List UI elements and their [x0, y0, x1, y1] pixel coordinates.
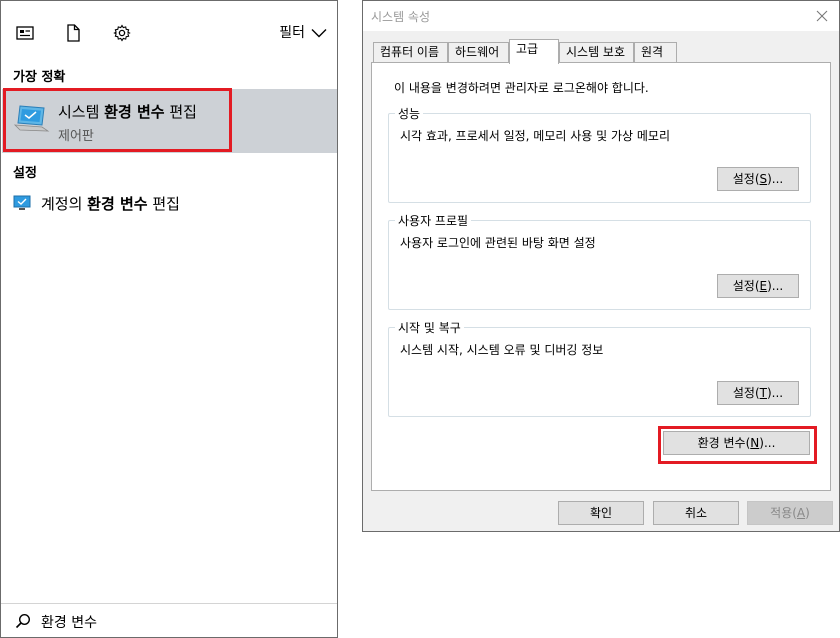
setting-result-label: 계정의 환경 변수 편집	[41, 195, 180, 213]
filter-button[interactable]: 필터	[279, 21, 327, 45]
startup-recovery-settings-button[interactable]: 설정(T)...	[717, 381, 799, 405]
tab-advanced[interactable]: 고급	[509, 39, 559, 64]
best-match-title: 시스템 환경 변수 편집	[58, 103, 197, 121]
system-properties-dialog: 시스템 속성 컴퓨터 이름 하드웨어 고급 시스템 보호 원격 이 내용을 변경…	[362, 0, 840, 532]
cancel-button[interactable]: 취소	[653, 501, 739, 525]
monitor-icon	[13, 195, 31, 210]
performance-settings-button[interactable]: 설정(S)...	[717, 167, 799, 191]
ok-button[interactable]: 확인	[558, 501, 644, 525]
close-icon[interactable]	[815, 9, 829, 23]
search-icon	[15, 613, 31, 629]
groupbox-startup-recovery: 시작 및 복구 시스템 시작, 시스템 오류 및 디버깅 정보 설정(T)...	[388, 319, 811, 417]
groupbox-title: 성능	[395, 105, 424, 122]
groupbox-description: 시스템 시작, 시스템 오류 및 디버깅 정보	[400, 343, 604, 357]
tab-computer-name[interactable]: 컴퓨터 이름	[373, 42, 448, 63]
setting-result-item[interactable]: 계정의 환경 변수 편집	[13, 191, 333, 215]
best-match-heading: 가장 정확	[13, 70, 66, 85]
chevron-down-icon	[311, 29, 327, 38]
groupbox-performance: 성능 시각 효과, 프로세서 일정, 메모리 사용 및 가상 메모리 설정(S)…	[388, 105, 811, 203]
best-match-subtitle: 제어판	[58, 129, 94, 144]
environment-variables-button[interactable]: 환경 변수(N)...	[663, 431, 810, 455]
groupbox-title: 사용자 프로필	[395, 212, 472, 229]
gear-icon[interactable]	[112, 23, 132, 43]
advanced-tab-page: 이 내용을 변경하려면 관리자로 로그온해야 합니다. 성능 시각 효과, 프로…	[371, 62, 831, 491]
search-bar[interactable]: 환경 변수	[1, 603, 337, 637]
best-match-result[interactable]: 시스템 환경 변수 편집 제어판	[2, 89, 337, 153]
user-profile-settings-button[interactable]: 설정(E)...	[717, 274, 799, 298]
settings-heading: 설정	[13, 166, 37, 181]
groupbox-user-profile: 사용자 프로필 사용자 로그인에 관련된 바탕 화면 설정 설정(E)...	[388, 212, 811, 310]
admin-note: 이 내용을 변경하려면 관리자로 로그온해야 합니다.	[394, 81, 649, 95]
filter-label: 필터	[279, 25, 305, 41]
search-panel: 필터 가장 정확 시스템 환경 변수 편집 제어판 설정 계정의 환경 변수 편…	[0, 0, 338, 638]
groupbox-description: 사용자 로그인에 관련된 바탕 화면 설정	[400, 236, 596, 250]
search-input[interactable]: 환경 변수	[41, 612, 97, 632]
tab-system-protection[interactable]: 시스템 보호	[559, 42, 634, 63]
groupbox-title: 시작 및 복구	[395, 319, 464, 336]
tab-remote[interactable]: 원격	[634, 42, 677, 63]
dialog-title: 시스템 속성	[371, 10, 431, 24]
tab-hardware[interactable]: 하드웨어	[448, 42, 509, 63]
groupbox-description: 시각 효과, 프로세서 일정, 메모리 사용 및 가상 메모리	[400, 129, 670, 143]
apply-button[interactable]: 적용(A)	[747, 501, 833, 525]
laptop-icon	[14, 105, 50, 132]
document-view-icon[interactable]	[15, 23, 35, 43]
file-icon[interactable]	[63, 23, 83, 43]
search-toolbar: 필터	[1, 1, 337, 61]
dialog-titlebar: 시스템 속성	[363, 1, 839, 31]
